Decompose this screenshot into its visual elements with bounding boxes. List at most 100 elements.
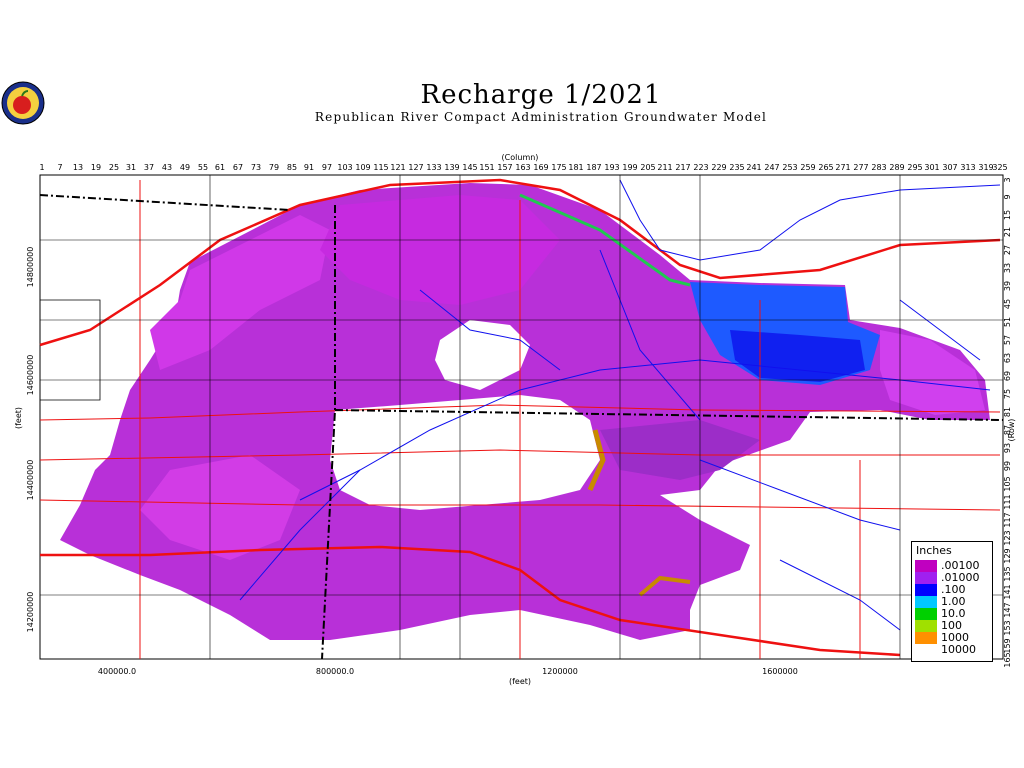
row-tick: 135 — [1003, 566, 1012, 581]
column-tick: 19 — [91, 163, 101, 172]
column-tick: 115 — [373, 163, 388, 172]
x-tick: 1600000 — [762, 667, 798, 676]
x-tick: 1200000 — [542, 667, 578, 676]
row-tick: 9 — [1003, 194, 1012, 199]
y-tick: 14800000 — [26, 247, 35, 288]
column-tick: 73 — [251, 163, 261, 172]
row-tick: 117 — [1003, 512, 1012, 527]
legend-swatch — [915, 596, 937, 608]
column-tick: 271 — [835, 163, 850, 172]
column-axis-label: (Column) — [502, 153, 539, 162]
row-tick: 57 — [1003, 335, 1012, 345]
x-axis: 400000.0 800000.0 1200000 1600000 (feet) — [98, 667, 798, 686]
column-tick: 103 — [337, 163, 352, 172]
column-tick: 193 — [604, 163, 619, 172]
row-tick: 39 — [1003, 281, 1012, 291]
column-tick: 283 — [871, 163, 886, 172]
column-tick: 325 — [992, 163, 1007, 172]
column-tick: 31 — [126, 163, 136, 172]
row-tick: 141 — [1003, 584, 1012, 599]
row-tick: 159 — [1003, 638, 1012, 653]
legend-swatch — [915, 584, 937, 596]
y-tick: 14600000 — [26, 355, 35, 396]
legend-item: 10000 — [915, 643, 991, 656]
row-tick: 3 — [1003, 177, 1012, 182]
y-axis-label: (feet) — [14, 407, 23, 429]
legend-title: Inches — [916, 544, 952, 557]
column-tick: 301 — [924, 163, 939, 172]
legend-swatch — [915, 644, 937, 656]
column-tick: 133 — [426, 163, 441, 172]
column-tick: 295 — [907, 163, 922, 172]
column-tick: 235 — [729, 163, 744, 172]
y-axis: 14800000 14600000 14400000 14200000 (fee… — [14, 247, 35, 633]
row-tick: 147 — [1003, 602, 1012, 617]
column-tick: 259 — [800, 163, 815, 172]
row-tick: 153 — [1003, 620, 1012, 635]
row-tick: 51 — [1003, 317, 1012, 327]
row-tick: 21 — [1003, 227, 1012, 237]
column-tick: 109 — [355, 163, 370, 172]
row-tick: 123 — [1003, 530, 1012, 545]
column-axis: (Column) 1 7 13 19 25 31 37 43 49 55 61 … — [39, 153, 1007, 172]
column-tick: 187 — [586, 163, 601, 172]
column-tick: 319 — [978, 163, 993, 172]
row-axis: (Row) 3 9 15 21 27 33 39 45 51 57 63 69 … — [1003, 177, 1016, 667]
column-tick: 43 — [162, 163, 172, 172]
row-tick: 75 — [1003, 389, 1012, 399]
column-tick: 277 — [853, 163, 868, 172]
column-tick: 55 — [198, 163, 208, 172]
column-tick: 289 — [889, 163, 904, 172]
row-tick: 129 — [1003, 548, 1012, 563]
row-tick: 99 — [1003, 461, 1012, 471]
column-tick: 49 — [180, 163, 190, 172]
column-tick: 265 — [818, 163, 833, 172]
column-tick: 313 — [960, 163, 975, 172]
column-tick: 127 — [408, 163, 423, 172]
row-tick: 87 — [1003, 425, 1012, 435]
x-tick: 400000.0 — [98, 667, 136, 676]
column-tick: 67 — [233, 163, 243, 172]
column-tick: 247 — [764, 163, 779, 172]
x-tick: 800000.0 — [316, 667, 354, 676]
column-tick: 163 — [515, 163, 530, 172]
column-tick: 181 — [568, 163, 583, 172]
row-tick: 105 — [1003, 476, 1012, 491]
column-tick: 139 — [444, 163, 459, 172]
column-tick: 121 — [390, 163, 405, 172]
legend-swatch — [915, 572, 937, 584]
column-tick: 169 — [533, 163, 548, 172]
column-tick: 157 — [497, 163, 512, 172]
y-tick: 14200000 — [26, 592, 35, 633]
column-tick: 145 — [462, 163, 477, 172]
legend-swatch — [915, 620, 937, 632]
y-tick: 14400000 — [26, 460, 35, 501]
row-tick: 111 — [1003, 494, 1012, 509]
column-tick: 223 — [693, 163, 708, 172]
row-tick: 81 — [1003, 407, 1012, 417]
legend-swatch — [915, 560, 937, 572]
column-tick: 79 — [269, 163, 279, 172]
column-tick: 253 — [782, 163, 797, 172]
x-axis-label: (feet) — [509, 677, 531, 686]
legend: Inches .00100 .01000 .100 1.00 10.0 100 … — [911, 541, 993, 662]
column-tick: 307 — [942, 163, 957, 172]
column-tick: 217 — [675, 163, 690, 172]
row-tick: 93 — [1003, 443, 1012, 453]
column-tick: 175 — [551, 163, 566, 172]
column-tick: 211 — [657, 163, 672, 172]
column-tick: 91 — [304, 163, 314, 172]
column-tick: 97 — [322, 163, 332, 172]
column-tick: 7 — [57, 163, 62, 172]
column-tick: 199 — [622, 163, 637, 172]
column-tick: 241 — [746, 163, 761, 172]
legend-swatch — [915, 608, 937, 620]
column-tick: 85 — [287, 163, 297, 172]
column-tick: 229 — [711, 163, 726, 172]
row-tick: 33 — [1003, 263, 1012, 273]
column-tick: 13 — [73, 163, 83, 172]
column-tick: 1 — [39, 163, 44, 172]
column-tick: 37 — [144, 163, 154, 172]
legend-label: 10000 — [941, 643, 976, 656]
row-tick: 63 — [1003, 353, 1012, 363]
